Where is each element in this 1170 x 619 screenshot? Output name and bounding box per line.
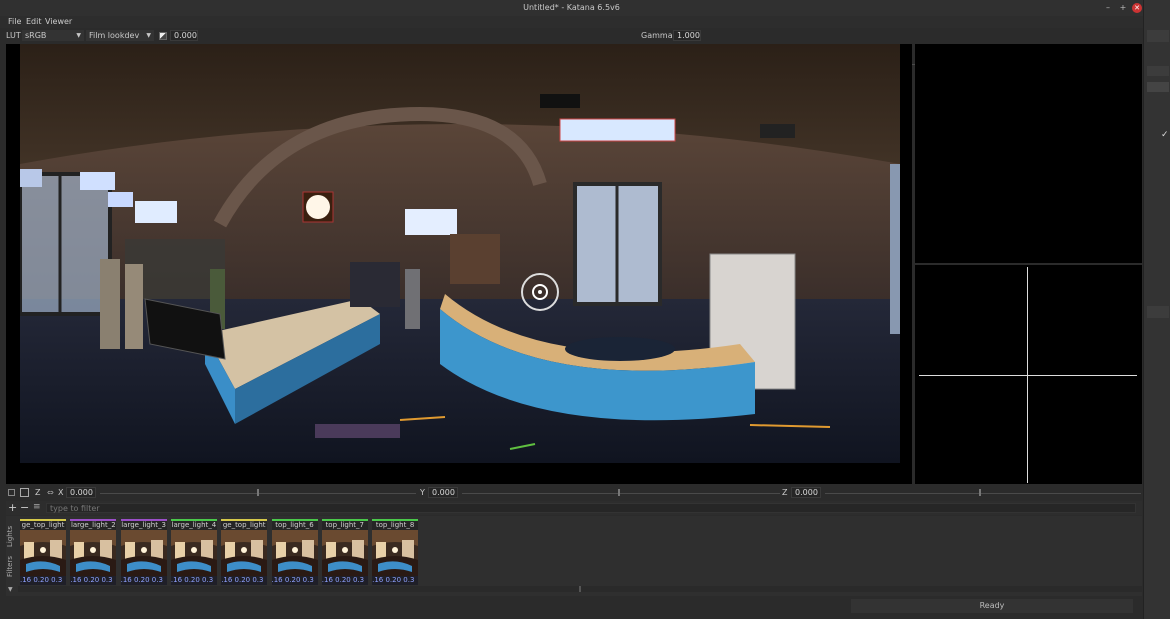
- y-field[interactable]: 0.000: [428, 487, 458, 498]
- maximize-icon[interactable]: +: [1118, 3, 1128, 13]
- title-bar: Untitled* - Katana 6.5v6 – + ✕: [0, 0, 1143, 17]
- grid-icon[interactable]: [8, 489, 15, 496]
- remove-icon[interactable]: −: [20, 501, 29, 514]
- x-slider-handle[interactable]: [257, 489, 259, 496]
- chevron-down-icon: ▼: [146, 32, 151, 39]
- light-values: .16 0.20 0.3: [372, 576, 419, 585]
- viewer-toolbar: LUT sRGB ▼ Film lookdev ▼ 0.000 Gamma 1.…: [0, 28, 1143, 67]
- menu-edit[interactable]: Edit: [26, 16, 42, 28]
- exposure-field[interactable]: 0.000: [170, 30, 198, 41]
- light-values: .16 0.20 0.3: [120, 576, 167, 585]
- crosshair-horizontal: [919, 375, 1137, 376]
- light-values: .16 0.20 0.3: [221, 576, 268, 585]
- scrollbar-handle[interactable]: [579, 586, 581, 592]
- chevron-down-icon: ▼: [76, 32, 81, 39]
- status-text: Ready: [851, 599, 1133, 613]
- crosshair-vertical: [1027, 267, 1028, 483]
- light-values: .16 0.20 0.3: [20, 576, 66, 585]
- light-name: top_light_6: [275, 521, 314, 529]
- light-name: top_light_7: [325, 521, 365, 529]
- z-label: Z: [782, 488, 788, 497]
- y-slider-handle[interactable]: [618, 489, 620, 496]
- window-title: Untitled* - Katana 6.5v6: [523, 3, 620, 12]
- z-slider[interactable]: [825, 493, 1141, 494]
- menu-file[interactable]: File: [8, 16, 21, 28]
- side-viewer-bottom[interactable]: [915, 265, 1142, 484]
- right-panel-strip: ✓: [1143, 0, 1170, 619]
- filter-bar: + − ≡ type to filter: [6, 501, 1142, 515]
- light-preview-image: [20, 530, 66, 576]
- light-thumbnail[interactable]: large_light_2 .16 0.20 0.3: [70, 519, 117, 585]
- light-thumbnail[interactable]: large_light_4 .16 0.20 0.3: [170, 519, 217, 585]
- exposure-icon[interactable]: [159, 32, 167, 40]
- horizontal-scrollbar[interactable]: [18, 586, 1142, 592]
- lut-value: sRGB: [25, 31, 47, 40]
- viewer-panel[interactable]: [6, 44, 912, 484]
- light-thumbnail[interactable]: top_light_8 .16 0.20 0.3: [372, 519, 419, 585]
- z-slider-handle[interactable]: [979, 489, 981, 496]
- light-name: large_light_3: [121, 521, 166, 529]
- filter-input[interactable]: type to filter: [46, 503, 1136, 513]
- menu-viewer[interactable]: Viewer: [45, 16, 72, 28]
- light-thumbnail[interactable]: top_light_6 .16 0.20 0.3: [271, 519, 318, 585]
- chevron-down-icon[interactable]: ▼: [8, 586, 13, 593]
- light-name: ge_top_light: [222, 521, 266, 529]
- hdri-environment-image[interactable]: [20, 44, 900, 463]
- light-preview-image: [70, 530, 117, 576]
- light-thumbnail[interactable]: ge_top_light .16 0.20 0.3: [221, 519, 268, 585]
- minimize-icon[interactable]: –: [1103, 3, 1113, 13]
- light-values: .16 0.20 0.3: [170, 576, 217, 585]
- y-label: Y: [420, 488, 425, 497]
- light-values: .16 0.20 0.3: [271, 576, 318, 585]
- light-name: large_light_2: [70, 521, 116, 529]
- light-preview-image: [170, 530, 217, 576]
- add-icon[interactable]: +: [8, 501, 17, 514]
- display-value: Film lookdev: [89, 31, 140, 40]
- light-preview-image: [372, 530, 419, 576]
- display-dropdown[interactable]: Film lookdev ▼: [86, 30, 154, 41]
- z-field[interactable]: 0.000: [791, 487, 821, 498]
- coordinate-bar: Z ⇔ X 0.000 Y 0.000 Z 0.000: [6, 486, 1142, 500]
- gamma-field[interactable]: 1.000: [673, 30, 701, 41]
- light-name: ge_top_light: [21, 521, 65, 529]
- link-icon[interactable]: ⇔: [47, 488, 54, 497]
- lights-panel: Lights Filters ▼ ge_top_light .16 0.20 0.…: [6, 516, 1142, 596]
- light-thumbnail[interactable]: top_light_7 .16 0.20 0.3: [321, 519, 368, 585]
- light-preview-image: [221, 530, 268, 576]
- filter-icon[interactable]: ≡: [33, 502, 41, 512]
- lut-label: LUT: [6, 31, 21, 40]
- gamma-label: Gamma: [641, 31, 673, 40]
- light-thumbnail[interactable]: large_light_3 .16 0.20 0.3: [120, 519, 167, 585]
- tab-filters[interactable]: Filters: [6, 554, 18, 580]
- light-preview-image: [271, 530, 318, 576]
- x-field[interactable]: 0.000: [66, 487, 96, 498]
- z-toggle[interactable]: Z: [35, 488, 40, 497]
- light-preview-image: [321, 530, 368, 576]
- light-values: .16 0.20 0.3: [321, 576, 368, 585]
- light-name: large_light_4: [171, 521, 217, 529]
- light-thumbnail[interactable]: ge_top_light .16 0.20 0.3: [20, 519, 66, 585]
- lut-dropdown[interactable]: sRGB ▼: [22, 30, 84, 41]
- checkmark-icon[interactable]: ✓: [1161, 130, 1169, 140]
- frame-icon[interactable]: [20, 488, 29, 497]
- panel-widget[interactable]: [1147, 66, 1169, 76]
- menu-bar: File Edit Viewer: [0, 16, 1143, 28]
- close-icon[interactable]: ✕: [1132, 3, 1142, 13]
- status-bar: Ready: [0, 597, 1143, 619]
- light-name: top_light_8: [375, 521, 415, 529]
- y-slider[interactable]: [462, 493, 780, 494]
- light-preview-image: [120, 530, 167, 576]
- tab-lights[interactable]: Lights: [6, 520, 18, 552]
- panel-widget[interactable]: [1147, 82, 1169, 92]
- panel-widget[interactable]: [1147, 306, 1169, 318]
- x-label: X: [58, 488, 64, 497]
- light-values: .16 0.20 0.3: [70, 576, 117, 585]
- panel-widget[interactable]: [1147, 30, 1169, 42]
- side-viewer-top[interactable]: [915, 44, 1142, 263]
